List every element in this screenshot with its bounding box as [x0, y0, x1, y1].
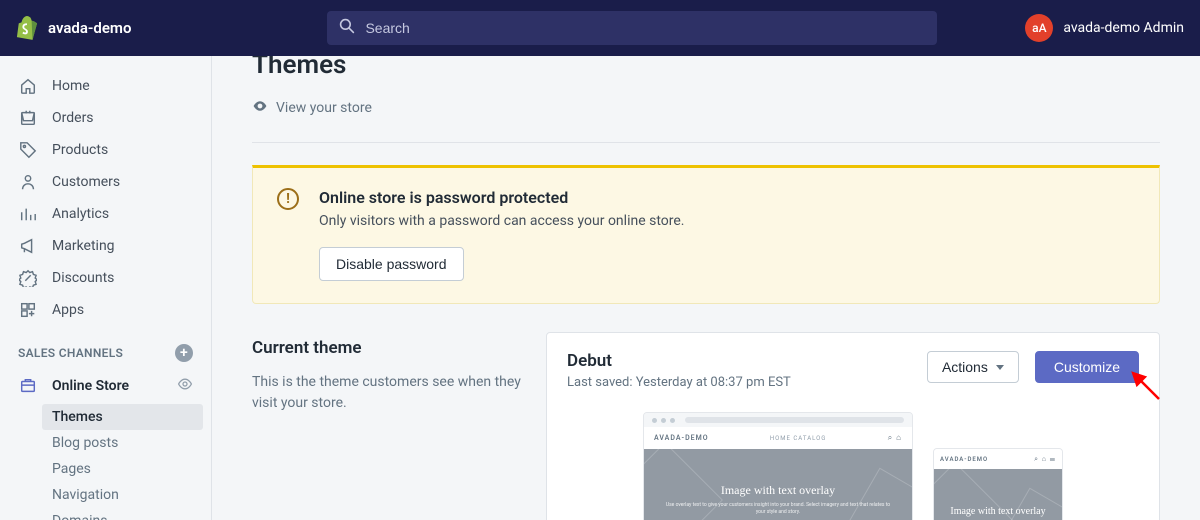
preview-hero-title: Image with text overlay — [721, 483, 835, 498]
user-menu[interactable]: aA avada-demo Admin — [1025, 14, 1184, 42]
theme-card: Debut Last saved: Yesterday at 08:37 pm … — [546, 332, 1160, 520]
store-icon — [18, 376, 38, 396]
sales-channels-label: SALES CHANNELS — [18, 346, 123, 360]
theme-last-saved: Last saved: Yesterday at 08:37 pm EST — [567, 375, 911, 390]
banner-title: Online store is password protected — [319, 188, 684, 207]
person-icon — [18, 172, 38, 192]
view-store-icon[interactable] — [177, 376, 193, 396]
orders-icon — [18, 108, 38, 128]
megaphone-icon — [18, 236, 38, 256]
preview-nav: HOME CATALOG — [770, 435, 827, 442]
sidebar-item-marketing[interactable]: Marketing — [8, 230, 203, 262]
add-channel-button[interactable]: + — [175, 344, 193, 362]
search-container — [327, 11, 937, 45]
sidebar-item-label: Discounts — [52, 270, 114, 286]
preview-hero-title-mobile: Image with text overlay — [950, 506, 1045, 518]
preview-brand: AVADA-DEMO — [654, 434, 709, 442]
current-theme-description: This is the theme customers see when the… — [252, 372, 522, 414]
sidebar-item-label: Products — [52, 142, 108, 158]
password-banner: ! Online store is password protected Onl… — [252, 165, 1160, 304]
current-theme-heading: Current theme — [252, 338, 522, 358]
main-content: Themes View your store ! Online store is… — [212, 56, 1200, 520]
subnav-blog-posts[interactable]: Blog posts — [42, 430, 203, 456]
actions-label: Actions — [942, 359, 988, 375]
sidebar-item-online-store[interactable]: Online Store — [8, 370, 203, 402]
sales-channels-header: SALES CHANNELS + — [8, 326, 203, 370]
sidebar-item-analytics[interactable]: Analytics — [8, 198, 203, 230]
theme-previews: AVADA-DEMO HOME CATALOG ⌕ ⌂ Image with t… — [567, 412, 1139, 520]
subnav-themes[interactable]: Themes — [42, 404, 203, 430]
sidebar-item-home[interactable]: Home — [8, 70, 203, 102]
preview-header-icons: ⌕ ⌂ — [888, 433, 902, 443]
sidebar-item-label: Online Store — [52, 378, 129, 394]
topbar: avada-demo aA avada-demo Admin — [0, 0, 1200, 56]
page-title: Themes — [252, 56, 1160, 78]
home-icon — [18, 76, 38, 96]
store-name: avada-demo — [48, 19, 131, 37]
search-input[interactable] — [365, 20, 925, 36]
current-theme-section: Current theme This is the theme customer… — [252, 332, 1160, 520]
theme-name: Debut — [567, 351, 911, 371]
preview-desktop: AVADA-DEMO HOME CATALOG ⌕ ⌂ Image with t… — [643, 412, 913, 520]
view-store-label: View your store — [276, 100, 372, 116]
preview-mobile: AVADA-DEMO ⌕ ⌂ ☰ Image with text overlay… — [933, 448, 1063, 520]
subnav-domains[interactable]: Domains — [42, 508, 203, 520]
chevron-down-icon — [996, 365, 1004, 370]
shopify-logo-icon — [16, 16, 38, 40]
sidebar-item-label: Orders — [52, 110, 94, 126]
sidebar-item-label: Apps — [52, 302, 84, 318]
sidebar-item-orders[interactable]: Orders — [8, 102, 203, 134]
customize-button[interactable]: Customize — [1035, 351, 1139, 383]
preview-mobile-icons: ⌕ ⌂ ☰ — [1034, 455, 1056, 464]
tag-icon — [18, 140, 38, 160]
sidebar: Home Orders Products Customers Analytics… — [0, 56, 212, 520]
disable-password-button[interactable]: Disable password — [319, 247, 464, 281]
eye-icon — [252, 98, 268, 118]
warning-icon: ! — [277, 188, 299, 210]
discount-icon — [18, 268, 38, 288]
analytics-icon — [18, 204, 38, 224]
sidebar-item-label: Analytics — [52, 206, 109, 222]
subnav-pages[interactable]: Pages — [42, 456, 203, 482]
search-box[interactable] — [327, 11, 937, 45]
apps-icon — [18, 300, 38, 320]
actions-dropdown[interactable]: Actions — [927, 351, 1019, 383]
sidebar-item-apps[interactable]: Apps — [8, 294, 203, 326]
sidebar-item-discounts[interactable]: Discounts — [8, 262, 203, 294]
store-switcher[interactable]: avada-demo — [16, 16, 131, 40]
view-your-store-link[interactable]: View your store — [252, 98, 1160, 118]
online-store-subnav: Themes Blog posts Pages Navigation Domai… — [8, 404, 203, 520]
subnav-navigation[interactable]: Navigation — [42, 482, 203, 508]
avatar: aA — [1025, 14, 1053, 42]
preview-hero-sub: Use overlay text to give your customers … — [644, 502, 912, 516]
banner-text: Only visitors with a password can access… — [319, 213, 684, 229]
sidebar-item-label: Marketing — [52, 238, 115, 254]
divider — [252, 142, 1160, 143]
sidebar-item-label: Home — [52, 78, 90, 94]
search-icon — [339, 18, 355, 38]
preview-brand-mobile: AVADA-DEMO — [940, 456, 988, 463]
sidebar-item-customers[interactable]: Customers — [8, 166, 203, 198]
current-theme-info: Current theme This is the theme customer… — [252, 332, 522, 520]
user-label: avada-demo Admin — [1063, 20, 1184, 36]
sidebar-item-products[interactable]: Products — [8, 134, 203, 166]
sidebar-item-label: Customers — [52, 174, 120, 190]
